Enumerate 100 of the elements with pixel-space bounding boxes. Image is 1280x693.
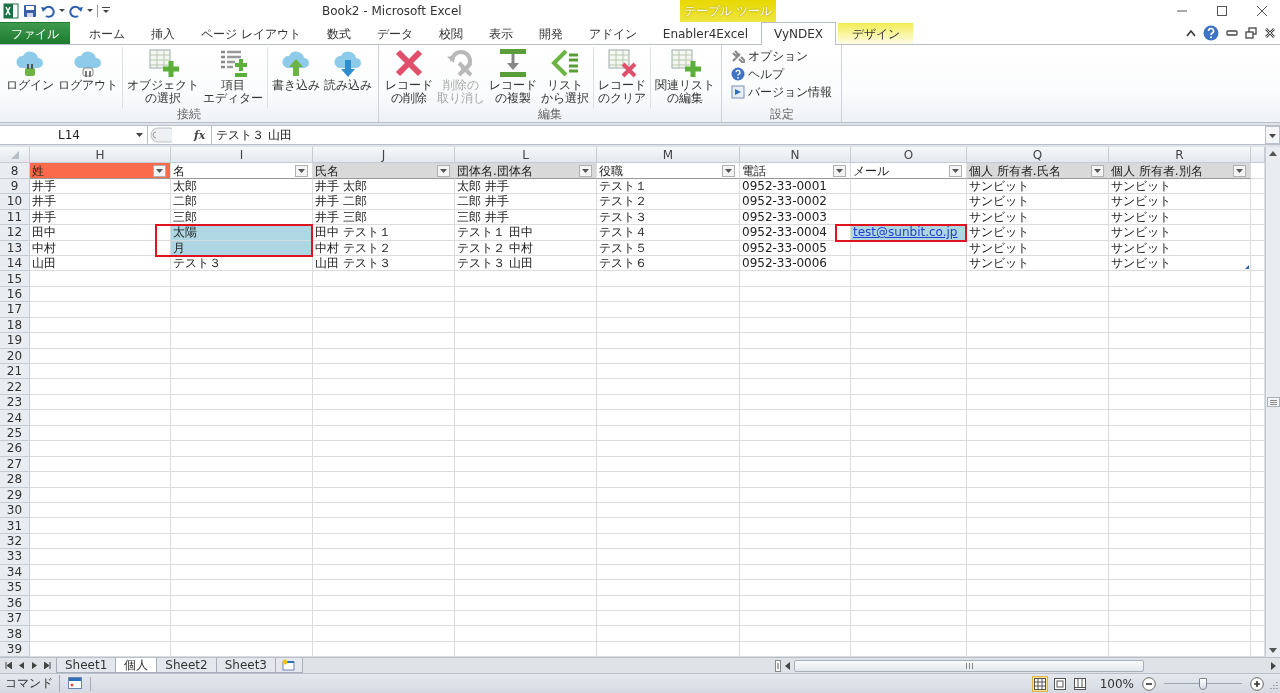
caret-icon[interactable] <box>59 9 65 13</box>
ribbon-button[interactable]: 関連リスト の編集 <box>654 46 716 109</box>
undo-icon[interactable] <box>41 3 55 18</box>
splitter-handle-icon[interactable] <box>148 127 172 144</box>
row-header[interactable]: 17 <box>0 302 30 318</box>
ribbon-tab[interactable]: アドイン <box>575 21 650 44</box>
filter-dropdown-button[interactable] <box>722 164 735 177</box>
page-break-view-button[interactable] <box>1071 675 1088 692</box>
filter-dropdown-button[interactable] <box>579 164 592 177</box>
ribbon-button[interactable]: バージョン情報 <box>730 84 833 100</box>
zoom-out-icon[interactable] <box>1142 676 1156 691</box>
row-header[interactable]: 38 <box>0 626 30 642</box>
scroll-left-icon[interactable] <box>785 661 790 670</box>
filter-dropdown-button[interactable] <box>833 164 846 177</box>
ribbon-tab[interactable]: データ <box>363 21 426 44</box>
row-header[interactable]: 19 <box>0 333 30 349</box>
row-header[interactable]: 31 <box>0 518 30 534</box>
column-header[interactable]: J <box>313 147 455 164</box>
zoom-level[interactable]: 100% <box>1099 676 1134 691</box>
first-sheet-icon[interactable] <box>5 662 12 670</box>
redo-icon[interactable] <box>69 3 83 18</box>
sheet-tab[interactable]: Sheet2 <box>156 658 217 674</box>
ribbon-tab[interactable]: 校閲 <box>425 21 476 44</box>
record-macro-icon[interactable] <box>68 676 82 689</box>
ribbon-tab[interactable]: 開発 <box>525 21 576 44</box>
last-sheet-icon[interactable] <box>44 662 51 670</box>
caret-icon[interactable] <box>87 9 93 13</box>
row-header[interactable]: 26 <box>0 441 30 457</box>
filter-dropdown-button[interactable] <box>295 164 308 177</box>
scroll-down-icon[interactable] <box>1269 648 1277 654</box>
ribbon-button[interactable]: ヘルプ <box>730 66 833 82</box>
zoom-in-icon[interactable] <box>1250 676 1264 691</box>
column-header[interactable]: O <box>851 147 967 164</box>
column-header[interactable]: H <box>30 147 171 164</box>
ribbon-button[interactable]: 読み込み <box>323 46 373 109</box>
page-layout-view-button[interactable] <box>1051 675 1068 692</box>
filter-dropdown-button[interactable] <box>437 164 450 177</box>
maximize-icon[interactable] <box>1216 4 1228 17</box>
ribbon-button[interactable]: オブジェクト の選択 <box>126 46 200 109</box>
row-header[interactable]: 8 <box>0 163 30 179</box>
next-sheet-icon[interactable] <box>31 662 38 670</box>
insert-sheet-icon[interactable] <box>282 659 296 672</box>
row-header[interactable]: 35 <box>0 580 30 596</box>
row-header[interactable]: 10 <box>0 194 30 210</box>
ribbon-button[interactable]: レコード の複製 <box>488 46 538 109</box>
column-header[interactable]: Q <box>967 147 1109 164</box>
save-icon[interactable] <box>23 3 37 18</box>
ribbon-button[interactable]: ログアウト <box>57 46 119 109</box>
table-resize-handle-icon[interactable] <box>1245 265 1249 270</box>
row-header[interactable]: 12 <box>0 225 30 241</box>
row-header[interactable]: 15 <box>0 271 30 287</box>
column-header[interactable]: N <box>740 147 851 164</box>
ribbon-tab[interactable]: デザイン <box>838 21 914 44</box>
row-header[interactable]: 21 <box>0 364 30 380</box>
normal-view-button[interactable] <box>1031 675 1048 692</box>
row-header[interactable]: 24 <box>0 410 30 426</box>
column-header[interactable]: M <box>597 147 740 164</box>
split-handle-icon[interactable] <box>775 659 781 672</box>
customize-toolbar-icon[interactable] <box>102 7 110 15</box>
sheet-tab[interactable]: Sheet1 <box>56 658 117 674</box>
filter-dropdown-button[interactable] <box>1233 164 1246 177</box>
insert-function-button[interactable]: fx <box>194 128 206 142</box>
sheet-tab[interactable]: 個人 <box>115 658 158 674</box>
scroll-right-icon[interactable] <box>1271 661 1276 670</box>
filter-dropdown-button[interactable] <box>949 164 962 177</box>
scrollbar-thumb[interactable] <box>1266 397 1280 408</box>
scrollbar-thumb[interactable] <box>794 659 1144 672</box>
previous-sheet-icon[interactable] <box>18 662 25 670</box>
row-header[interactable]: 22 <box>0 379 30 395</box>
row-header[interactable]: 37 <box>0 611 30 627</box>
ribbon-button[interactable]: オプション <box>730 48 833 64</box>
filter-dropdown-button[interactable] <box>153 164 166 177</box>
column-header[interactable]: R <box>1109 147 1251 164</box>
ribbon-tab[interactable]: ファイル <box>0 21 70 44</box>
ribbon-tab[interactable]: 数式 <box>313 21 364 44</box>
row-header[interactable]: 28 <box>0 472 30 488</box>
row-header[interactable]: 33 <box>0 549 30 565</box>
filter-dropdown-button[interactable] <box>1091 164 1104 177</box>
ribbon-button[interactable]: レコード のクリア <box>597 46 647 109</box>
column-header[interactable]: I <box>171 147 313 164</box>
close-icon[interactable] <box>1256 4 1268 17</box>
ribbon-tab[interactable]: Enabler4Excel <box>649 21 762 44</box>
ribbon-button[interactable]: リスト から選択 <box>540 46 590 109</box>
expand-formula-bar-icon[interactable] <box>1265 126 1280 145</box>
ribbon-button[interactable]: 項目 エディター <box>202 46 264 109</box>
ribbon-tab[interactable]: 挿入 <box>138 21 188 44</box>
minimize-icon[interactable] <box>1226 28 1238 37</box>
ribbon-tab[interactable]: ホーム <box>76 21 138 44</box>
close-icon[interactable] <box>1264 26 1276 39</box>
vertical-scrollbar[interactable] <box>1265 147 1280 658</box>
column-header[interactable]: L <box>455 147 597 164</box>
email-link[interactable]: test@sunbit.co.jp <box>853 226 958 239</box>
ribbon-tab[interactable]: VyNDEX <box>761 21 837 45</box>
sheet-tab[interactable]: Sheet3 <box>215 658 276 674</box>
ribbon-tab[interactable]: 表示 <box>475 21 526 44</box>
help-icon[interactable] <box>1203 24 1219 41</box>
collapse-ribbon-icon[interactable] <box>1186 28 1196 37</box>
ribbon-button[interactable]: 書き込み <box>271 46 321 109</box>
restore-icon[interactable] <box>1245 26 1257 39</box>
ribbon-button[interactable]: ログイン <box>5 46 55 109</box>
